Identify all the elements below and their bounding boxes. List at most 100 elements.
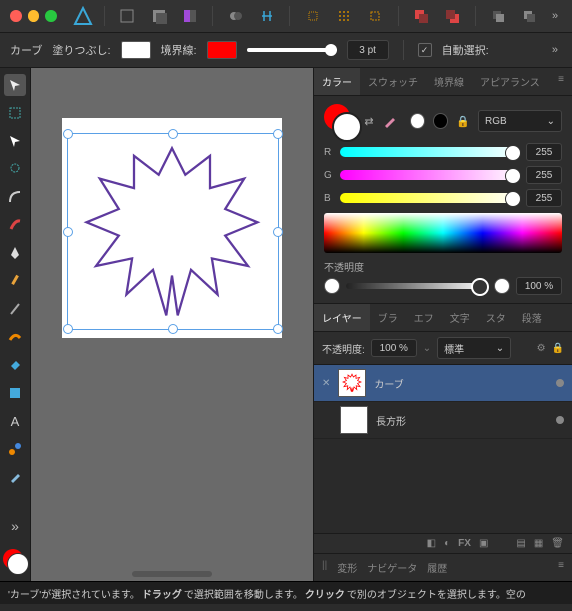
gradient-tool[interactable] xyxy=(4,438,26,460)
b-value[interactable]: 255 xyxy=(526,189,562,207)
align-btn-3[interactable] xyxy=(363,3,388,29)
tab-styles[interactable]: スタ xyxy=(478,304,514,331)
corner-tool[interactable] xyxy=(4,186,26,208)
pencil-tool[interactable] xyxy=(4,270,26,292)
arrange-btn-2[interactable] xyxy=(440,3,465,29)
window-close[interactable] xyxy=(10,10,22,22)
tab-transform[interactable]: 変形 xyxy=(337,560,357,575)
lasso-tool[interactable] xyxy=(4,158,26,180)
group-icon[interactable]: ▤ xyxy=(516,538,525,549)
layer-visibility-1[interactable] xyxy=(556,416,564,424)
window-zoom[interactable] xyxy=(45,10,57,22)
tab-brushes[interactable]: ブラ xyxy=(370,304,406,331)
r-slider[interactable] xyxy=(340,147,520,157)
move-tool[interactable] xyxy=(4,74,26,96)
shape-tool[interactable] xyxy=(4,382,26,404)
r-value[interactable]: 255 xyxy=(526,143,562,161)
tab-effects[interactable]: エフ xyxy=(406,304,442,331)
artboard[interactable] xyxy=(62,118,282,338)
eyedropper-icon[interactable] xyxy=(382,113,398,129)
autoselect-label: 自動選択: xyxy=(442,42,489,58)
panel-menu-icon[interactable]: ≡ xyxy=(550,68,572,95)
arrange-btn-4[interactable] xyxy=(517,3,542,29)
autoselect-checkbox[interactable]: ✓ xyxy=(418,43,432,57)
merge-icon[interactable]: ▣ xyxy=(479,538,488,549)
app-logo-icon xyxy=(73,5,94,27)
opacity-value[interactable]: 100 % xyxy=(516,277,562,295)
b-slider[interactable] xyxy=(340,193,520,203)
arrange-btn-3[interactable] xyxy=(486,3,511,29)
canvas-area[interactable] xyxy=(31,68,313,581)
tab-swatches[interactable]: スウォッチ xyxy=(360,68,426,95)
layer-name-0[interactable]: カーブ xyxy=(374,376,403,391)
window-minimize[interactable] xyxy=(28,10,40,22)
tab-color[interactable]: カラー xyxy=(314,68,360,95)
layer-row-1[interactable]: 長方形 xyxy=(314,402,572,439)
stroke-width-field[interactable]: 3 pt xyxy=(347,40,389,60)
color-swatch-pair[interactable] xyxy=(324,104,356,138)
color-mode-select[interactable]: RGB⌄ xyxy=(478,110,562,132)
delete-layer-icon[interactable]: 🗑 xyxy=(551,538,564,549)
layer-settings-icon[interactable]: ⚙ xyxy=(537,343,546,354)
align-btn-2[interactable] xyxy=(331,3,356,29)
titlebar-overflow-icon[interactable]: » xyxy=(548,10,562,22)
vector-brush-tool[interactable] xyxy=(4,326,26,348)
paintbrush-tool[interactable] xyxy=(4,214,26,236)
layer-name-1[interactable]: 長方形 xyxy=(376,413,406,428)
adjust-icon[interactable]: ◐ xyxy=(444,538,450,549)
tab-navigator[interactable]: ナビゲータ xyxy=(367,560,417,575)
align-btn-1[interactable] xyxy=(300,3,325,29)
layer-row-0[interactable]: ✕ カーブ xyxy=(314,365,572,402)
tab-stroke[interactable]: 境界線 xyxy=(426,68,472,95)
layer-opacity-field[interactable]: 100 % xyxy=(371,339,417,357)
tab-text[interactable]: 文字 xyxy=(442,304,478,331)
status-text-2: で選択範囲を移動します。 xyxy=(184,586,303,601)
pen-tool[interactable] xyxy=(4,242,26,264)
stylus-tool[interactable] xyxy=(4,298,26,320)
stroke-swatch[interactable] xyxy=(207,41,237,59)
optbar-overflow-icon[interactable]: » xyxy=(548,44,562,56)
layer-lock-icon[interactable]: 🔒 xyxy=(552,343,564,354)
marquee-tool[interactable] xyxy=(4,102,26,124)
fill-swatch[interactable] xyxy=(121,41,151,59)
stroke-width-slider[interactable] xyxy=(247,48,337,52)
tab-layers[interactable]: レイヤー xyxy=(314,304,370,331)
blend-mode-select[interactable]: 標準⌄ xyxy=(437,337,511,359)
mini-swatch-2[interactable] xyxy=(433,113,448,129)
fill-tool[interactable] xyxy=(4,354,26,376)
tab-history[interactable]: 履歴 xyxy=(427,560,447,575)
fill-stroke-indicator[interactable] xyxy=(3,549,27,573)
toolbar-btn-2[interactable] xyxy=(146,3,171,29)
fx-icon[interactable]: FX xyxy=(458,538,471,549)
color-spectrum[interactable] xyxy=(324,213,562,253)
g-label: G xyxy=(324,170,334,181)
add-layer-icon[interactable]: ▦ xyxy=(534,538,543,549)
toolbar-btn-4[interactable] xyxy=(223,3,248,29)
node-tool[interactable] xyxy=(4,130,26,152)
status-bold-1: ドラッグ xyxy=(142,586,182,601)
tool-expand-icon[interactable]: » xyxy=(4,515,26,537)
text-tool[interactable]: A xyxy=(4,410,26,432)
colorpicker-tool[interactable] xyxy=(4,466,26,488)
status-text-3: で別のオブジェクトを選択します。空の xyxy=(347,586,526,601)
tool-column: A » xyxy=(0,68,31,581)
lock-icon[interactable]: 🔒 xyxy=(456,115,470,128)
color-panel: ⇄ 🔒 RGB⌄ R 255 G 255 B 255 xyxy=(314,96,572,304)
mini-swatch-1[interactable] xyxy=(410,113,425,129)
opacity-slider[interactable] xyxy=(346,283,488,289)
toolbar-btn-5[interactable] xyxy=(254,3,279,29)
tab-appearance[interactable]: アピアランス xyxy=(472,68,548,95)
selection-bbox[interactable] xyxy=(67,133,279,330)
arrange-btn-1[interactable] xyxy=(409,3,434,29)
bottom-panel-menu-icon[interactable]: ≡ xyxy=(558,560,564,575)
layer-visibility-0[interactable] xyxy=(556,379,564,387)
toolbar-btn-1[interactable] xyxy=(115,3,140,29)
tab-paragraph[interactable]: 段落 xyxy=(514,304,550,331)
g-slider[interactable] xyxy=(340,170,520,180)
g-value[interactable]: 255 xyxy=(526,166,562,184)
swap-colors-icon[interactable]: ⇄ xyxy=(364,115,373,128)
canvas-scrollbar[interactable] xyxy=(132,571,212,577)
toolbar-btn-3[interactable] xyxy=(177,3,202,29)
layer-options-row: 不透明度: 100 % ⌄ 標準⌄ ⚙ 🔒 xyxy=(314,332,572,365)
mask-icon[interactable]: ◧ xyxy=(427,538,436,549)
